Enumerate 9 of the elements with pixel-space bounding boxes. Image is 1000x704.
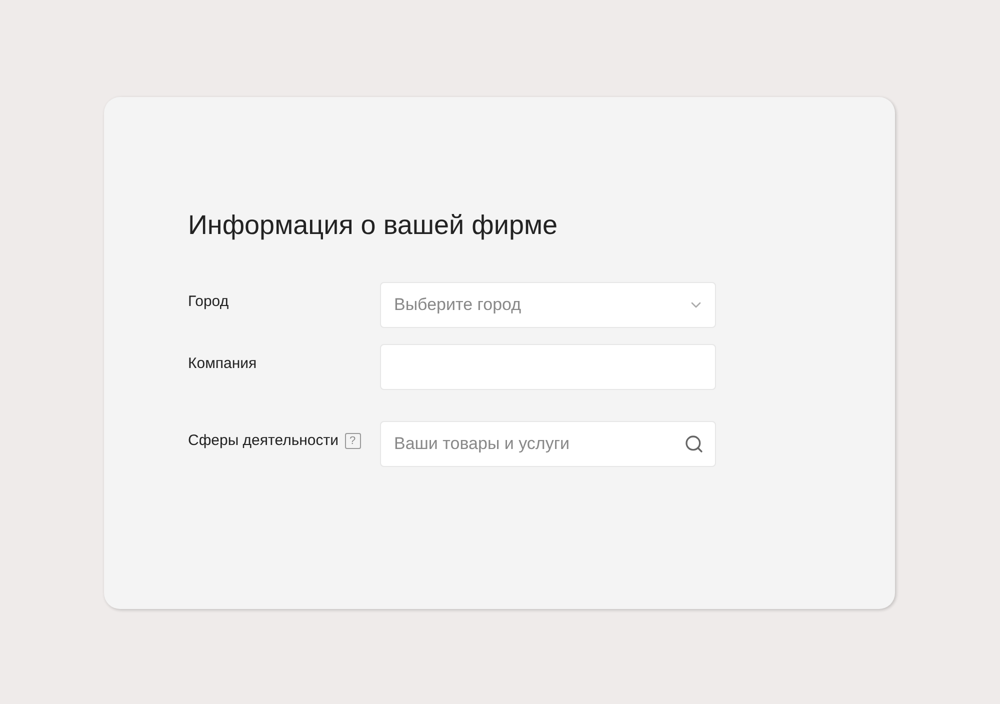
- form-title: Информация о вашей фирме: [188, 209, 559, 241]
- search-field[interactable]: Ваши товары и услуги: [380, 421, 716, 467]
- city-select[interactable]: Выберите город: [380, 282, 716, 328]
- field-label: Город: [188, 292, 229, 312]
- input-field[interactable]: [380, 344, 716, 390]
- field-label: Сферы деятельности: [188, 431, 339, 451]
- search-icon: [684, 434, 704, 454]
- help-icon[interactable]: ?: [344, 433, 361, 450]
- field-label: Компания: [188, 354, 257, 374]
